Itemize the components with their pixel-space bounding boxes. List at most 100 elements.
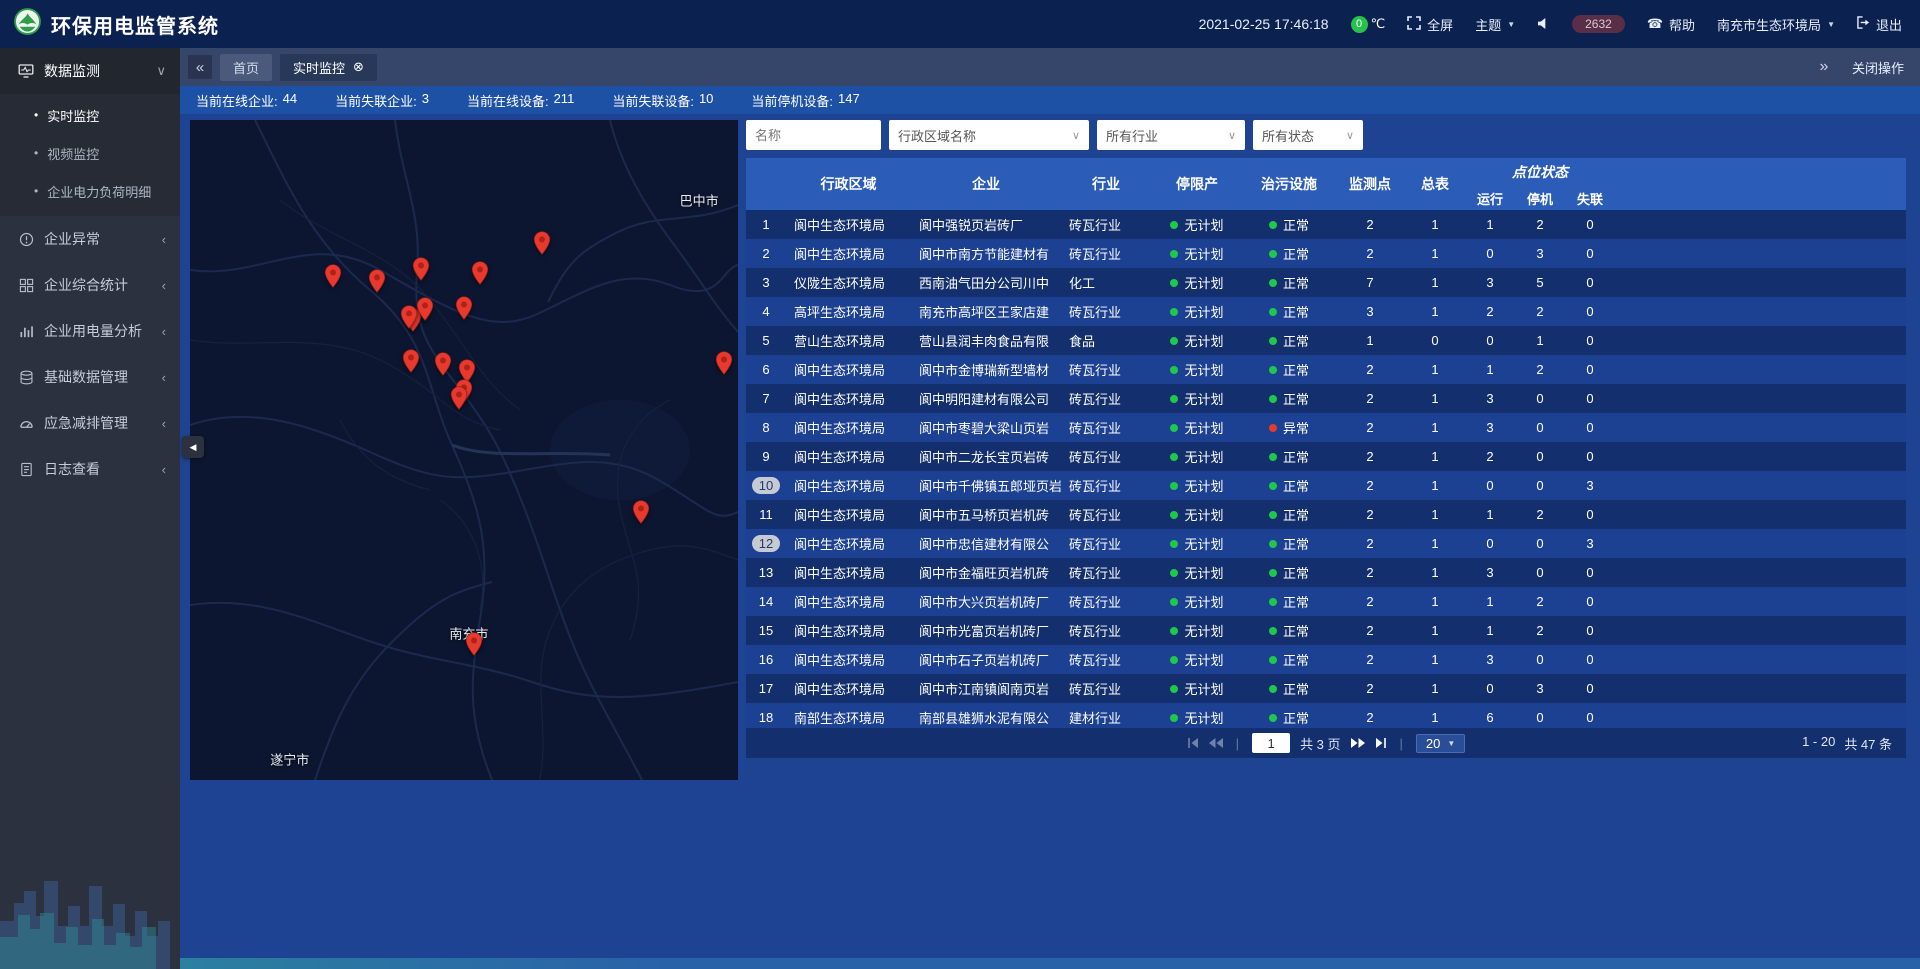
map-pin-icon[interactable] xyxy=(417,297,434,326)
cell-offline-count: 0 xyxy=(1565,210,1615,239)
stat-stopped-devices: 当前停机设备:147 xyxy=(751,91,859,110)
sidebar-subitem-video-monitor[interactable]: • 视频监控 xyxy=(0,134,180,172)
name-filter-input[interactable] xyxy=(746,120,881,150)
last-page-button[interactable] xyxy=(1375,738,1387,748)
cell-industry: 砖瓦行业 xyxy=(1061,239,1151,268)
tab-home[interactable]: 首页 xyxy=(220,54,272,81)
chevron-left-icon: ‹ xyxy=(162,370,166,385)
org-dropdown[interactable]: 南充市生态环境局 ▼ xyxy=(1717,15,1835,34)
table-row[interactable]: 12 阆中生态环境局 阆中市忠信建材有限公 砖瓦行业 无计划 正常 2 1 0 … xyxy=(746,529,1906,558)
cell-stopped-count: 3 xyxy=(1515,674,1565,703)
sidebar-item-emergency-reduction[interactable]: 应急减排管理 ‹ xyxy=(0,400,180,446)
cell-limit-status: 无计划 xyxy=(1151,268,1243,297)
cell-offline-count: 0 xyxy=(1565,355,1615,384)
cell-region: 高坪生态环境局 xyxy=(786,297,911,326)
cell-facility-status: 异常 xyxy=(1243,413,1335,442)
facility-status-dot xyxy=(1269,279,1277,287)
close-icon[interactable]: ⊗ xyxy=(353,59,364,75)
cell-limit-status: 无计划 xyxy=(1151,558,1243,587)
table-row[interactable]: 15 阆中生态环境局 阆中市光富页岩机砖厂 砖瓦行业 无计划 正常 2 1 1 … xyxy=(746,616,1906,645)
table-row[interactable]: 5 营山生态环境局 营山县润丰肉食品有限 食品 无计划 正常 1 0 0 1 0 xyxy=(746,326,1906,355)
page-size-select[interactable]: 20 ▼ xyxy=(1416,734,1465,753)
limit-status-dot xyxy=(1170,511,1178,519)
row-index: 16 xyxy=(754,651,778,668)
limit-status-dot xyxy=(1170,714,1178,722)
sidebar-item-data-monitoring[interactable]: 数据监测 ∨ xyxy=(0,48,180,94)
table-row[interactable]: 9 阆中生态环境局 阆中市二龙长宝页岩砖 砖瓦行业 无计划 正常 2 1 2 0… xyxy=(746,442,1906,471)
map-city-label: 遂宁市 xyxy=(270,749,309,768)
map-pin-icon[interactable] xyxy=(451,386,468,415)
facility-status-dot xyxy=(1269,598,1277,606)
table-row[interactable]: 8 阆中生态环境局 阆中市枣碧大梁山页岩 砖瓦行业 无计划 异常 2 1 3 0… xyxy=(746,413,1906,442)
cell-region: 阆中生态环境局 xyxy=(786,384,911,413)
cell-running-count: 3 xyxy=(1465,268,1515,297)
map-pin-icon[interactable] xyxy=(402,349,419,378)
table-row[interactable]: 18 南部生态环境局 南部县雄狮水泥有限公 建材行业 无计划 正常 2 1 6 … xyxy=(746,703,1906,728)
map-pin-icon[interactable] xyxy=(715,351,732,380)
map-pin-icon[interactable] xyxy=(471,261,488,290)
facility-status-dot xyxy=(1269,395,1277,403)
tab-scroll-right-button[interactable]: » xyxy=(1812,55,1836,79)
table-row[interactable]: 7 阆中生态环境局 阆中明阳建材有限公司 砖瓦行业 无计划 正常 2 1 3 0… xyxy=(746,384,1906,413)
cell-monitor-count: 2 xyxy=(1335,384,1405,413)
close-operations-button[interactable]: 关闭操作 xyxy=(1852,58,1904,77)
sidebar-subitem-power-load-detail[interactable]: • 企业电力负荷明细 xyxy=(0,172,180,210)
tab-realtime-monitor[interactable]: 实时监控 ⊗ xyxy=(280,54,377,81)
map-pin-icon[interactable] xyxy=(465,632,482,661)
table-row[interactable]: 4 高坪生态环境局 南充市高坪区王家店建 砖瓦行业 无计划 正常 3 1 2 2… xyxy=(746,297,1906,326)
row-index: 5 xyxy=(754,332,778,349)
map-panel[interactable]: 巴中市南充市遂宁市 xyxy=(190,120,738,780)
cell-facility-status: 正常 xyxy=(1243,384,1335,413)
table-row[interactable]: 2 阆中生态环境局 阆中市南方节能建材有 砖瓦行业 无计划 正常 2 1 0 3… xyxy=(746,239,1906,268)
industry-filter-select[interactable]: 所有行业 ∨ xyxy=(1097,120,1245,150)
sidebar-item-power-analysis[interactable]: 企业用电量分析 ‹ xyxy=(0,308,180,354)
table-row[interactable]: 16 阆中生态环境局 阆中市石子页岩机砖厂 砖瓦行业 无计划 正常 2 1 3 … xyxy=(746,645,1906,674)
table-row[interactable]: 6 阆中生态环境局 阆中市金博瑞新型墙材 砖瓦行业 无计划 正常 2 1 1 2… xyxy=(746,355,1906,384)
first-page-button[interactable] xyxy=(1187,738,1199,748)
fullscreen-button[interactable]: 全屏 xyxy=(1407,15,1453,34)
table-row[interactable]: 13 阆中生态环境局 阆中市金福旺页岩机砖 砖瓦行业 无计划 正常 2 1 3 … xyxy=(746,558,1906,587)
cell-monitor-count: 3 xyxy=(1335,297,1405,326)
table-row[interactable]: 11 阆中生态环境局 阆中市五马桥页岩机砖 砖瓦行业 无计划 正常 2 1 1 … xyxy=(746,500,1906,529)
table-row[interactable]: 3 仪陇生态环境局 西南油气田分公司川中 化工 无计划 正常 7 1 3 5 0 xyxy=(746,268,1906,297)
map-pin-icon[interactable] xyxy=(413,257,430,286)
map-pin-icon[interactable] xyxy=(533,231,550,260)
next-page-button[interactable] xyxy=(1351,738,1365,748)
table-row[interactable]: 14 阆中生态环境局 阆中市大兴页岩机砖厂 砖瓦行业 无计划 正常 2 1 1 … xyxy=(746,587,1906,616)
cell-region: 阆中生态环境局 xyxy=(786,500,911,529)
table-row[interactable]: 1 阆中生态环境局 阆中强锐页岩砖厂 砖瓦行业 无计划 正常 2 1 1 2 0 xyxy=(746,210,1906,239)
region-filter-select[interactable]: 行政区域名称 ∨ xyxy=(889,120,1089,150)
phone-icon: ☎ xyxy=(1647,16,1663,32)
logout-button[interactable]: 退出 xyxy=(1857,15,1902,34)
sidebar-item-company-abnormal[interactable]: 企业异常 ‹ xyxy=(0,216,180,262)
cell-company: 阆中强锐页岩砖厂 xyxy=(911,210,1061,239)
notice-count-badge[interactable]: 2632 xyxy=(1572,15,1625,33)
prev-page-button[interactable] xyxy=(1209,738,1223,748)
cell-industry: 砖瓦行业 xyxy=(1061,616,1151,645)
datetime-label: 2021-02-25 17:46:18 xyxy=(1199,16,1329,32)
cell-company: 阆中市大兴页岩机砖厂 xyxy=(911,587,1061,616)
map-collapse-handle[interactable]: ◀ xyxy=(182,436,204,458)
map-pin-icon[interactable] xyxy=(401,305,418,334)
sidebar-item-company-statistics[interactable]: 企业综合统计 ‹ xyxy=(0,262,180,308)
tab-scroll-left-button[interactable]: « xyxy=(188,55,212,79)
announcement-button[interactable] xyxy=(1537,17,1550,32)
status-filter-select[interactable]: 所有状态 ∨ xyxy=(1253,120,1363,150)
map-pin-icon[interactable] xyxy=(456,296,473,325)
temperature-value: 0 xyxy=(1351,16,1368,33)
map-pin-icon[interactable] xyxy=(435,352,452,381)
help-button[interactable]: ☎ 帮助 xyxy=(1647,15,1695,34)
table-row[interactable]: 10 阆中生态环境局 阆中市千佛镇五郎垭页岩 砖瓦行业 无计划 正常 2 1 0… xyxy=(746,471,1906,500)
sidebar-item-base-data[interactable]: 基础数据管理 ‹ xyxy=(0,354,180,400)
sidebar-item-log-view[interactable]: 日志查看 ‹ xyxy=(0,446,180,492)
facility-status-dot xyxy=(1269,221,1277,229)
cell-meter-count: 1 xyxy=(1405,558,1465,587)
page-number-input[interactable] xyxy=(1252,733,1290,753)
theme-dropdown[interactable]: 主题 ▼ xyxy=(1475,15,1515,34)
map-pin-icon[interactable] xyxy=(633,500,650,529)
total-pages-label: 共 3 页 xyxy=(1300,734,1340,753)
sidebar-subitem-realtime-monitor[interactable]: • 实时监控 xyxy=(0,96,180,134)
table-row[interactable]: 17 阆中生态环境局 阆中市江南镇阆南页岩 砖瓦行业 无计划 正常 2 1 0 … xyxy=(746,674,1906,703)
map-pin-icon[interactable] xyxy=(368,269,385,298)
map-pin-icon[interactable] xyxy=(325,264,342,293)
